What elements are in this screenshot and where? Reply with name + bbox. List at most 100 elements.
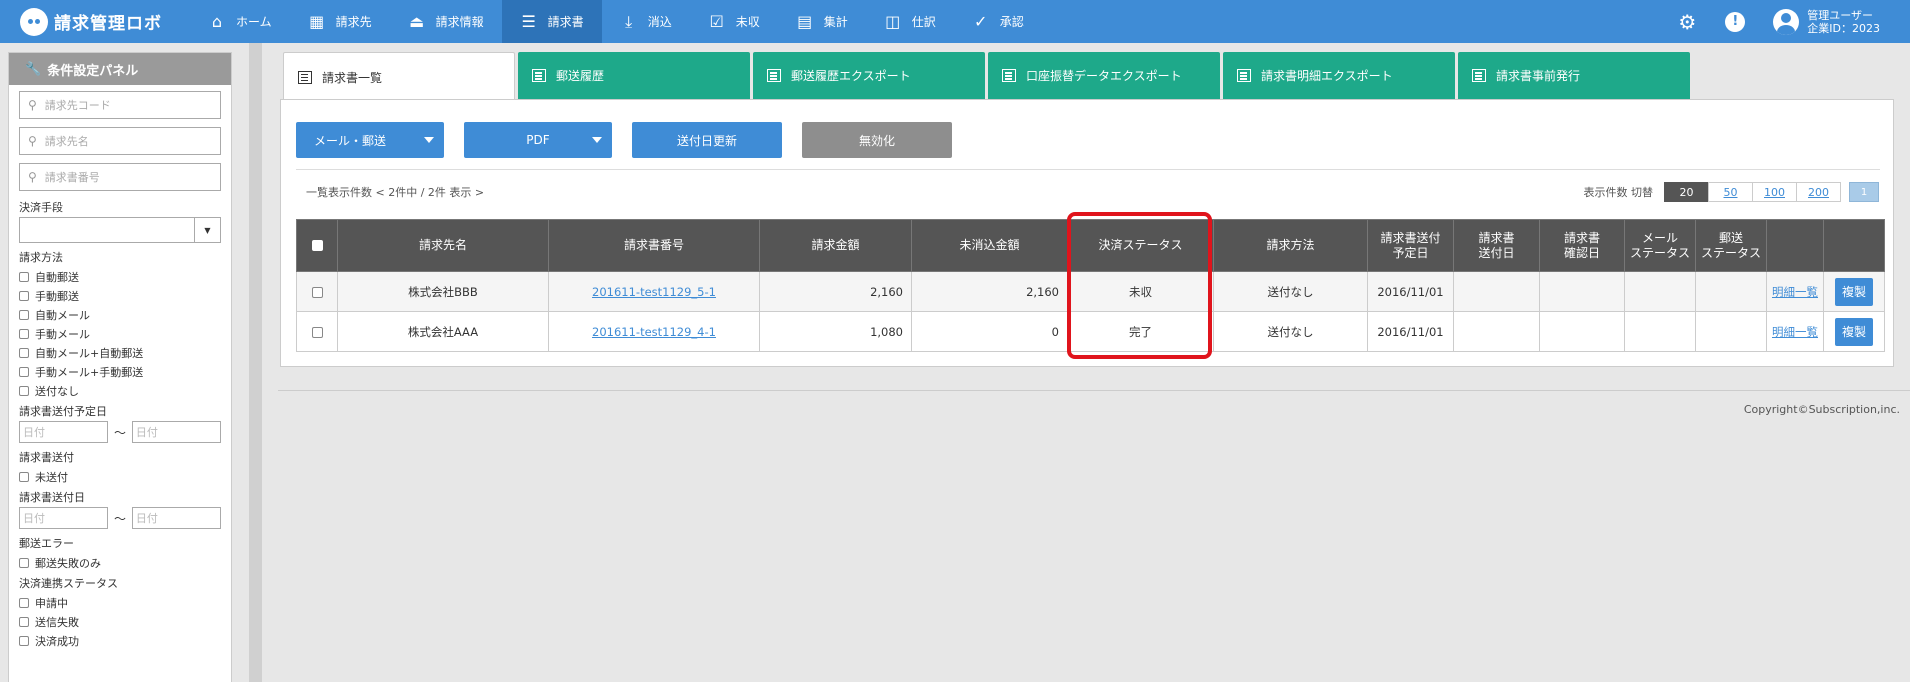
checkbox[interactable]	[19, 366, 29, 377]
row-checkbox[interactable]	[311, 326, 323, 338]
detail-list-link[interactable]: 明細一覧	[1772, 285, 1818, 299]
sent-date-cell	[1453, 311, 1540, 352]
checkbox[interactable]	[19, 290, 29, 301]
avatar	[1773, 8, 1800, 35]
page-size-50[interactable]: 50	[1708, 182, 1753, 202]
checkbox[interactable]	[19, 328, 29, 339]
billing-method-option[interactable]: 自動メール+自動郵送	[19, 343, 221, 362]
payment-method-select[interactable]: ▼	[19, 217, 221, 243]
col-detail	[1766, 219, 1824, 272]
option-label: 送付なし	[35, 384, 79, 398]
billing-method-option[interactable]: 自動メール	[19, 305, 221, 324]
scheduled-date-from[interactable]: 日付	[19, 421, 109, 443]
customer-code-input[interactable]: ⚲ 請求先コード	[19, 91, 221, 119]
invoice-number-input[interactable]: ⚲ 請求書番号	[19, 163, 221, 191]
tab-invoice-list[interactable]: 請求書一覧	[283, 52, 515, 101]
nav-summary[interactable]: ▤ 集計	[778, 0, 866, 43]
col-mail-status[interactable]: メール ステータス	[1624, 219, 1696, 272]
col-scheduled-date[interactable]: 請求書送付 予定日	[1367, 219, 1454, 272]
nav-label: 未収	[735, 15, 760, 29]
sidebar-scrollbar[interactable]	[249, 43, 262, 682]
page-number[interactable]: 1	[1849, 182, 1879, 202]
billing-method-option[interactable]: 手動メール+手動郵送	[19, 362, 221, 381]
sent-date-from[interactable]: 日付	[19, 507, 109, 529]
detail-list-link[interactable]: 明細一覧	[1772, 325, 1818, 339]
button-label: メール・郵送	[314, 133, 387, 148]
row-checkbox[interactable]	[311, 286, 323, 298]
checkbox[interactable]	[19, 616, 29, 627]
nav-billing-info[interactable]: ⏏ 請求情報	[390, 0, 502, 43]
col-unpaid[interactable]: 未消込金額	[911, 219, 1068, 272]
billing-method-option[interactable]: 送付なし	[19, 381, 221, 400]
checkbox[interactable]	[19, 309, 29, 320]
checkbox[interactable]	[19, 557, 29, 568]
unsent-option[interactable]: 未送付	[19, 467, 221, 486]
nav-uncollected[interactable]: ☑ 未収	[690, 0, 778, 43]
copy-button[interactable]: 複製	[1835, 277, 1873, 306]
checkbox[interactable]	[19, 385, 29, 396]
checkbox[interactable]	[19, 597, 29, 608]
checkbox[interactable]	[19, 635, 29, 646]
select-all-cell	[296, 219, 338, 272]
page-size-20[interactable]: 20	[1664, 182, 1709, 202]
col-method[interactable]: 請求方法	[1213, 219, 1368, 272]
list-icon	[1472, 69, 1486, 82]
billing-method-option[interactable]: 手動メール	[19, 324, 221, 343]
copyright: Copyright©Subscription,inc.	[1743, 403, 1900, 416]
invoice-link[interactable]: 201611-test1129_5-1	[592, 285, 716, 299]
col-amount[interactable]: 請求金額	[759, 219, 912, 272]
nav-journal[interactable]: ◫ 仕訳	[866, 0, 954, 43]
billing-method-option[interactable]: 手動郵送	[19, 286, 221, 305]
tab-pre-issue[interactable]: 請求書事前発行	[1458, 52, 1690, 99]
nav-reconcile[interactable]: ⤓ 消込	[602, 0, 690, 43]
col-invoice-no[interactable]: 請求書番号	[548, 219, 760, 272]
alert-icon[interactable]: !	[1725, 11, 1746, 32]
nav-label: 請求情報	[435, 15, 484, 29]
placeholder: 請求書番号	[44, 171, 100, 184]
checkbox[interactable]	[19, 347, 29, 358]
page-size-200[interactable]: 200	[1796, 182, 1841, 202]
col-copy	[1823, 219, 1885, 272]
customer-name-input[interactable]: ⚲ 請求先名	[19, 127, 221, 155]
copy-button[interactable]: 複製	[1835, 317, 1873, 346]
col-sent-date[interactable]: 請求書 送付日	[1453, 219, 1540, 272]
invalidate-button[interactable]: 無効化	[802, 122, 952, 158]
panel-header[interactable]: 🔧 条件設定パネル	[9, 53, 231, 85]
tab-postal-history-export[interactable]: 郵送履歴エクスポート	[753, 52, 985, 99]
option-label: 手動郵送	[35, 289, 79, 303]
postal-fail-option[interactable]: 郵送失敗のみ	[19, 553, 221, 572]
mail-post-button[interactable]: メール・郵送	[296, 122, 444, 158]
tab-postal-history[interactable]: 郵送履歴	[518, 52, 750, 99]
update-send-date-button[interactable]: 送付日更新	[632, 122, 782, 158]
tab-bank-transfer-export[interactable]: 口座振替データエクスポート	[988, 52, 1220, 99]
page-size-100[interactable]: 100	[1752, 182, 1797, 202]
nav-home[interactable]: ⌂ ホーム	[190, 0, 290, 43]
option-label: 未送付	[35, 470, 68, 484]
col-customer[interactable]: 請求先名	[337, 219, 549, 272]
col-confirmed-date[interactable]: 請求書 確認日	[1539, 219, 1625, 272]
top-nav: 請求管理ロボ ⌂ ホーム ▦ 請求先 ⏏ 請求情報 ☰ 請求書 ⤓ 消込 ☑ 未…	[0, 0, 1910, 43]
gear-icon[interactable]: ⚙	[1677, 10, 1697, 34]
pdf-button[interactable]: PDF	[464, 122, 612, 158]
invoice-link[interactable]: 201611-test1129_4-1	[592, 325, 716, 339]
option-label: 自動郵送	[35, 270, 79, 284]
scheduled-date-to[interactable]: 日付	[131, 421, 221, 443]
app-logo[interactable]: 請求管理ロボ	[0, 0, 190, 43]
sent-date-cell	[1453, 271, 1540, 312]
nav-customers[interactable]: ▦ 請求先	[290, 0, 390, 43]
scheduled-date-label: 請求書送付予定日	[19, 405, 107, 418]
nav-approval[interactable]: ✓ 承認	[954, 0, 1042, 43]
select-all-checkbox[interactable]	[311, 240, 323, 251]
settlement-status-option[interactable]: 送信失敗	[19, 612, 221, 631]
sent-date-to[interactable]: 日付	[131, 507, 221, 529]
billing-method-option[interactable]: 自動郵送	[19, 267, 221, 286]
search-icon: ⚲	[28, 98, 37, 112]
checkbox[interactable]	[19, 471, 29, 482]
user-menu[interactable]: 管理ユーザー 企業ID：2023	[1773, 8, 1880, 35]
nav-invoices[interactable]: ☰ 請求書	[501, 0, 602, 43]
settlement-status-option[interactable]: 決済成功	[19, 631, 221, 650]
checkbox[interactable]	[19, 271, 29, 282]
col-post-status[interactable]: 郵送 ステータス	[1695, 219, 1767, 272]
tab-invoice-detail-export[interactable]: 請求書明細エクスポート	[1223, 52, 1455, 99]
settlement-status-option[interactable]: 申請中	[19, 593, 221, 612]
